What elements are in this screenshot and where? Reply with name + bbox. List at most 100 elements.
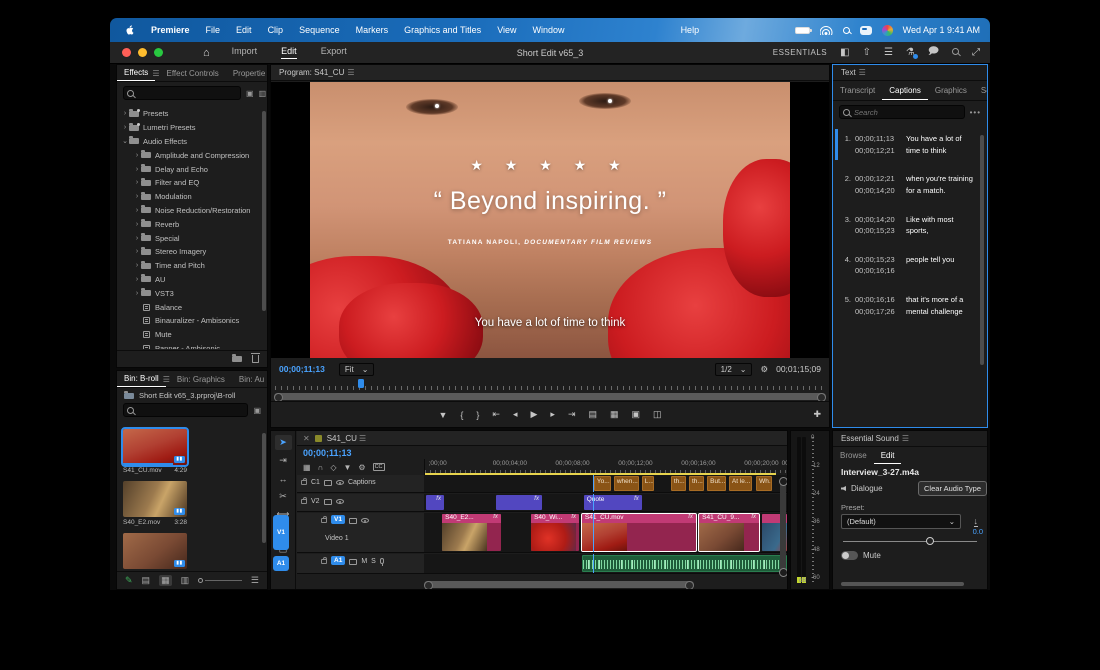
caption-list-item[interactable]: 4. 00;00;15;23 00;00;16;16 people tell you: [835, 250, 979, 281]
snap-icon[interactable]: ∩: [318, 463, 324, 472]
effects-tree-item[interactable]: › Filter and EQ: [117, 176, 261, 190]
caption-text[interactable]: You have a lot of time to think: [906, 133, 977, 156]
text-panel-title[interactable]: Text: [841, 68, 856, 77]
bin-item[interactable]: ▮▮ S40_E2.mov 3:28: [123, 481, 187, 526]
nav-export[interactable]: Export: [321, 46, 347, 59]
menu-item-graphics-and-titles[interactable]: Graphics and Titles: [396, 25, 489, 35]
effects-tree-item[interactable]: Balance: [117, 300, 261, 314]
export-frame-icon[interactable]: ▣: [632, 409, 641, 420]
more-options-icon[interactable]: •••: [970, 108, 981, 117]
tab-graphics[interactable]: Graphics: [928, 86, 974, 95]
feedback-icon[interactable]: 🗩: [928, 44, 939, 61]
effects-tree-item[interactable]: › AU: [117, 273, 261, 287]
caption-text[interactable]: Like with most sports,: [906, 214, 977, 237]
effects-search-input[interactable]: [123, 86, 241, 100]
timeline-playhead[interactable]: [592, 554, 594, 573]
workspaces-icon[interactable]: ☰: [884, 47, 893, 58]
panel-menu-icon[interactable]: ☰: [902, 434, 909, 443]
timeline-ruler[interactable]: ;00;00 00;00;04;00 00;00;08;00 00;00;12;00 0…: [424, 459, 787, 475]
new-bin-icon[interactable]: [232, 354, 242, 362]
captions-track-content[interactable]: Yo... when... L... th... th... But... At le...…: [424, 475, 787, 493]
apple-icon[interactable]: [124, 24, 135, 36]
panel-menu-icon[interactable]: ☰: [152, 69, 159, 78]
solo-track-button[interactable]: S: [371, 558, 376, 565]
menu-clock[interactable]: Wed Apr 1 9:41 AM: [903, 25, 980, 35]
caption-text[interactable]: people tell you: [906, 254, 977, 277]
insert-icon[interactable]: [323, 479, 332, 486]
effects-tree-item[interactable]: ⌄ Audio Effects: [117, 135, 261, 149]
caption-clip[interactable]: Yo...: [593, 476, 611, 491]
menu-item-file[interactable]: File: [198, 25, 229, 35]
tab-browse[interactable]: Browse: [833, 451, 874, 460]
button-editor-icon[interactable]: ✚: [813, 409, 821, 420]
clip-thumbnail[interactable]: ▮▮: [123, 533, 187, 569]
add-marker-icon[interactable]: ▼: [438, 410, 447, 420]
effects-tree-item[interactable]: › Amplitude and Compression: [117, 148, 261, 162]
lock-icon[interactable]: [301, 478, 307, 485]
home-icon[interactable]: ⌂: [203, 47, 210, 59]
lock-icon[interactable]: [321, 557, 327, 564]
caption-list-item[interactable]: 5. 00;00;16;16 00;00;17;26 that it's more o…: [835, 290, 979, 321]
source-patch-a1[interactable]: A1: [273, 556, 289, 571]
lock-icon[interactable]: [321, 516, 327, 523]
panel-menu-icon[interactable]: ☰: [163, 375, 170, 384]
video-clip[interactable]: S40_E2... fx: [442, 514, 501, 551]
tab-edit[interactable]: Edit: [873, 447, 902, 464]
effects-tree-item[interactable]: › VST3: [117, 286, 261, 300]
play-icon[interactable]: ▶: [530, 409, 537, 420]
effects-tree-item[interactable]: › Delay and Echo: [117, 162, 261, 176]
track-output-icon[interactable]: [335, 499, 344, 504]
menu-item-help[interactable]: Help: [673, 25, 708, 35]
track-output-icon[interactable]: [335, 480, 344, 485]
timeline-vertical-scrollbar[interactable]: [779, 477, 787, 577]
tab-effect-controls[interactable]: Effect Controls: [159, 69, 225, 78]
mark-in-icon[interactable]: {: [460, 410, 463, 420]
bin-path[interactable]: Short Edit v65_3.prproj\B-roll: [139, 391, 235, 400]
share-export-icon[interactable]: ⇧: [863, 47, 871, 58]
panel-menu-icon[interactable]: ☰: [347, 68, 354, 77]
tab-bin-graphics[interactable]: Bin: Graphics: [170, 375, 232, 384]
effects-tree-item[interactable]: › Stereo Imagery: [117, 245, 261, 259]
go-to-in-icon[interactable]: ⇤: [492, 409, 500, 420]
video-clip[interactable]: S40_Wi... fx: [531, 514, 579, 551]
insert-icon[interactable]: [348, 517, 357, 524]
track-header[interactable]: V2: [297, 494, 424, 512]
menu-item-markers[interactable]: Markers: [348, 25, 397, 35]
track-header[interactable]: V1 V1 Video 1: [273, 513, 424, 553]
track-header[interactable]: A1 A1 M S: [273, 554, 424, 574]
effects-scrollbar[interactable]: [262, 111, 266, 311]
menu-item-sequence[interactable]: Sequence: [291, 25, 348, 35]
menu-item-premiere[interactable]: Premiere: [143, 25, 198, 35]
effects-tree-item[interactable]: › Time and Pitch: [117, 259, 261, 273]
search-help-icon[interactable]: [952, 47, 959, 58]
slider-knob[interactable]: [926, 537, 935, 545]
linked-selection-icon[interactable]: ◇: [330, 463, 336, 472]
tab-effects[interactable]: Effects: [117, 65, 156, 81]
effects-tree-item[interactable]: Binauralizer - Ambisonics: [117, 314, 261, 328]
video-track-v2-content[interactable]: fx fx Quote fx: [424, 494, 787, 512]
search-options-icon[interactable]: ▣: [253, 406, 261, 415]
caption-list-item[interactable]: 3. 00;00;14;20 00;00;15;23 Like with most s…: [835, 210, 979, 241]
lift-icon[interactable]: ▤: [588, 409, 597, 420]
timeline-playhead[interactable]: [592, 513, 594, 552]
nav-edit[interactable]: Edit: [281, 46, 297, 59]
nest-icon[interactable]: ▦: [303, 463, 311, 472]
volume-slider[interactable]: [843, 537, 977, 545]
sequence-tab[interactable]: S41_CU: [327, 434, 357, 443]
menu-item-view[interactable]: View: [489, 25, 524, 35]
captions-search-input[interactable]: [839, 105, 965, 119]
track-target-v1[interactable]: V1: [331, 515, 345, 524]
go-to-out-icon[interactable]: ⇥: [568, 409, 576, 420]
tab-transcript[interactable]: Transcript: [833, 86, 882, 95]
panel-menu-icon[interactable]: ☰: [859, 68, 866, 77]
track-select-tool[interactable]: ⇥: [275, 453, 292, 468]
voiceover-record-icon[interactable]: [379, 558, 384, 566]
video-clip[interactable]: S41_CU_9... fx: [698, 513, 761, 552]
tab-s4[interactable]: S4: [974, 86, 987, 95]
new-preset-bin-icon[interactable]: ▣: [246, 89, 254, 98]
save-preset-icon[interactable]: ↓: [973, 517, 978, 527]
mute-track-button[interactable]: M: [361, 558, 367, 565]
mark-out-icon[interactable]: }: [476, 410, 479, 420]
menu-item-clip[interactable]: Clip: [260, 25, 292, 35]
bin-search-input[interactable]: [123, 403, 249, 417]
